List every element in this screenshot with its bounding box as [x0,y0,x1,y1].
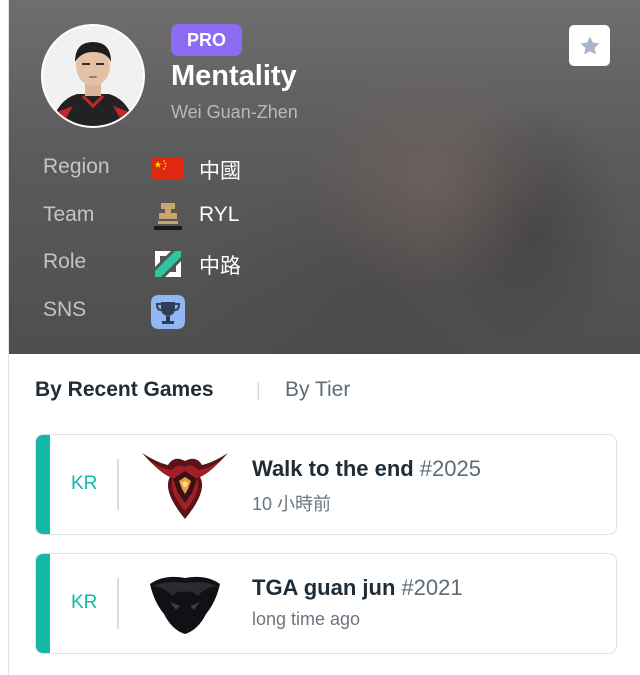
game-title-text: Walk to the end [252,456,414,481]
role-label: Role [43,250,87,273]
dark-tier-emblem-icon [140,566,230,642]
game-accent-bar [36,435,50,534]
team-logo-icon[interactable] [151,199,185,233]
game-title: TGA guan jun #2021 [252,575,463,601]
role-value: 中路 [199,255,241,278]
master-tier-emblem-icon [140,447,230,523]
trophy-icon[interactable] [151,295,185,329]
team-value: RYL [199,203,240,226]
team-label: Team [43,203,95,226]
player-real-name: Wei Guan-Zhen [171,102,298,122]
tab-separator: | [256,380,261,400]
sns-label: SNS [43,298,87,321]
profile-header: PRO Mentality Wei Guan-Zhen Region 中國 Te… [9,0,640,354]
game-region: KR [71,592,98,613]
mid-lane-icon [151,247,185,281]
game-tag: #2021 [401,575,463,600]
game-time: 10 小時前 [252,494,332,514]
avatar [41,24,145,128]
game-region: KR [71,473,98,494]
tab-by-tier[interactable]: By Tier [285,378,350,402]
game-list-item[interactable]: KR Walk to the end #2025 10 小時前 [35,434,617,535]
favorite-button[interactable] [569,25,610,66]
game-tag: #2025 [419,456,481,481]
game-list-item[interactable]: KR TGA guan jun #2021 long time ago [35,553,617,654]
game-title: Walk to the end #2025 [252,456,481,482]
player-card: PRO Mentality Wei Guan-Zhen Region 中國 Te… [8,0,640,675]
pro-badge: PRO [171,24,242,56]
game-title-text: TGA guan jun [252,575,396,600]
region-label: Region [43,155,110,178]
game-divider [117,578,119,629]
region-value: 中國 [199,160,241,183]
player-name: Mentality [171,60,297,92]
china-flag-icon [151,152,185,186]
game-accent-bar [36,554,50,653]
tab-recent-games[interactable]: By Recent Games [35,378,214,402]
game-time: long time ago [252,609,361,629]
star-icon [580,36,599,54]
game-divider [117,459,119,510]
